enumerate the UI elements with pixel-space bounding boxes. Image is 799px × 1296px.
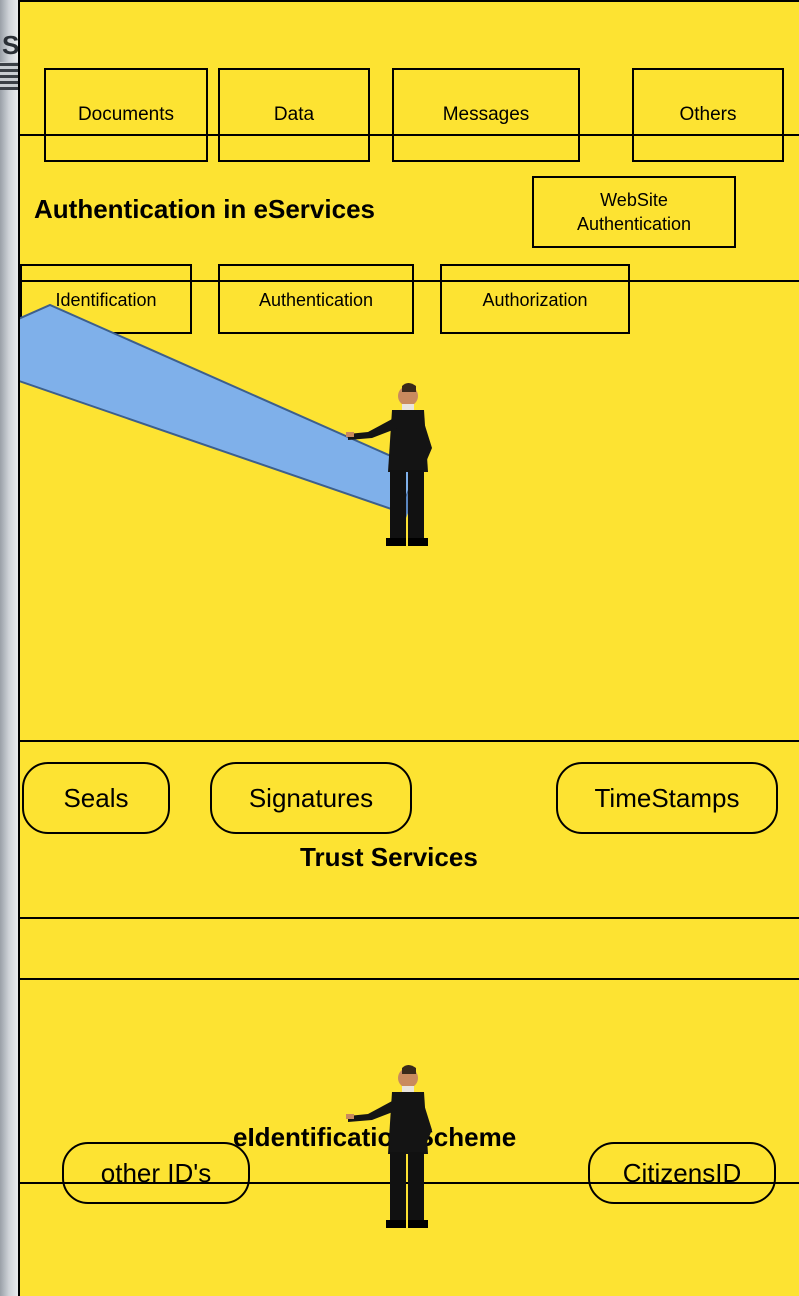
timestamps-pill: TimeStamps: [556, 762, 778, 834]
divider-4: [20, 917, 799, 919]
other-ids-pill: other ID's: [62, 1142, 250, 1204]
presenter-figure-icon: [346, 383, 432, 546]
divider-3: [20, 740, 799, 742]
seals-pill: Seals: [22, 762, 170, 834]
signatures-label: Signatures: [248, 782, 374, 813]
logo-fragment-stripes: [0, 62, 20, 90]
logo-fragment: S: [2, 30, 20, 60]
presenter-figure-icon: [346, 1065, 432, 1228]
timestamps-label: TimeStamps: [594, 782, 740, 813]
diagram-canvas: Documents Data Messages Others Authentic…: [18, 0, 799, 1296]
signatures-pill: Signatures: [210, 762, 412, 834]
citizens-id-pill: CitizensID: [588, 1142, 776, 1204]
other-ids-label: other ID's: [100, 1157, 212, 1188]
citizens-id-label: CitizensID: [622, 1157, 742, 1188]
seals-label: Seals: [63, 782, 129, 813]
trust-services-title: Trust Services: [300, 842, 478, 872]
left-edge-strip: S: [0, 0, 20, 1296]
divider-5: [20, 978, 799, 980]
